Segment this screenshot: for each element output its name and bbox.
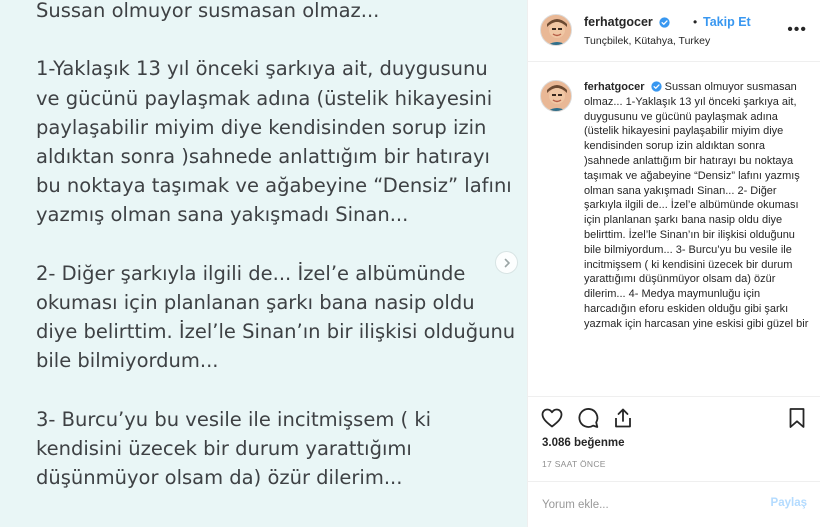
avatar-image xyxy=(541,15,571,45)
more-options-icon[interactable]: ••• xyxy=(787,21,807,39)
post-header: ferhatgocer • Takip Et Tunçbilek, Kütahy… xyxy=(528,0,820,62)
comment-icon xyxy=(578,408,599,428)
caption-username[interactable]: ferhatgocer xyxy=(584,81,645,93)
share-button[interactable] xyxy=(611,406,635,435)
separator-dot: • xyxy=(693,15,698,29)
post-caption: ferhatgocer Sussan olmuyor susmasan olma… xyxy=(584,80,812,332)
like-count[interactable]: 3.086 beğenme xyxy=(542,437,624,449)
post-comment-button[interactable]: Paylaş xyxy=(771,497,807,509)
verified-badge-icon xyxy=(659,17,670,28)
bookmark-icon xyxy=(789,408,805,428)
header-username-text[interactable]: ferhatgocer xyxy=(584,15,653,29)
post-side-panel: ferhatgocer • Takip Et Tunçbilek, Kütahy… xyxy=(527,0,820,527)
chevron-right-icon xyxy=(504,258,510,267)
action-bar xyxy=(528,396,820,436)
post-time[interactable]: 17 SAAT ÖNCE xyxy=(542,459,606,469)
post-image: Sussan olmuyor susmasan olmaz... 1-Yakla… xyxy=(0,0,527,527)
save-button[interactable] xyxy=(785,406,809,435)
post-location[interactable]: Tunçbilek, Kütahya, Turkey xyxy=(584,35,710,47)
follow-button[interactable]: Takip Et xyxy=(703,15,751,29)
heart-icon xyxy=(541,408,563,428)
caption-avatar[interactable] xyxy=(540,80,572,112)
comment-input[interactable] xyxy=(542,495,752,515)
avatar-image xyxy=(541,81,571,111)
caption-text: Sussan olmuyor susmasan olmaz... 1-Yakla… xyxy=(584,81,809,330)
avatar[interactable] xyxy=(540,14,572,46)
header-username[interactable]: ferhatgocer xyxy=(584,15,670,29)
comment-button[interactable] xyxy=(576,406,600,435)
share-icon xyxy=(615,408,631,428)
post-image-text: Sussan olmuyor susmasan olmaz... 1-Yakla… xyxy=(36,0,516,490)
like-button[interactable] xyxy=(540,406,564,435)
next-image-button[interactable] xyxy=(495,251,518,274)
verified-badge-icon xyxy=(650,81,662,92)
comments-area: ferhatgocer Sussan olmuyor susmasan olma… xyxy=(528,62,820,396)
comment-bar: Paylaş xyxy=(528,481,820,527)
